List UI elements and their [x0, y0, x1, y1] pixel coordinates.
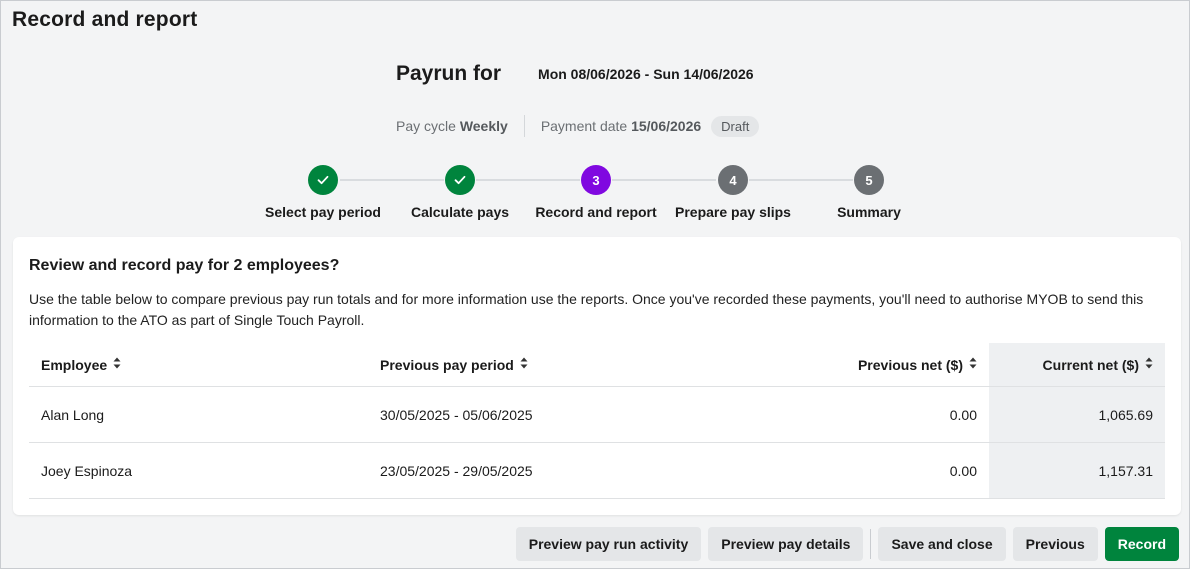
previous-pay-period: 30/05/2025 - 05/06/2025 — [368, 386, 698, 443]
step-select-pay-period[interactable]: Select pay period — [248, 165, 398, 220]
pay-cycle-value: Weekly — [459, 118, 508, 134]
payrun-header: Payrun for Mon 08/06/2026 - Sun 14/06/20… — [396, 62, 754, 86]
step-circle-4: 4 — [718, 165, 748, 195]
sort-icon[interactable] — [1145, 357, 1153, 372]
step-label: Select pay period — [265, 204, 381, 220]
card-title: Review and record pay for 2 employees? — [29, 257, 340, 274]
sort-icon[interactable] — [969, 357, 977, 372]
payrun-heading: Payrun for — [396, 62, 502, 85]
record-button[interactable]: Record — [1104, 527, 1179, 561]
step-prepare-pay-slips: 4 Prepare pay slips — [658, 165, 808, 220]
preview-pay-run-activity-button[interactable]: Preview pay run activity — [515, 527, 702, 561]
employee-name: Joey Espinoza — [29, 442, 368, 499]
step-summary: 5 Summary — [794, 165, 944, 220]
preview-pay-details-button[interactable]: Preview pay details — [708, 527, 864, 561]
page-title: Record and report — [12, 8, 198, 31]
table-row: Alan Long 30/05/2025 - 05/06/2025 0.00 1… — [29, 386, 1165, 443]
step-record-and-report: 3 Record and report — [521, 165, 671, 220]
review-card: Review and record pay for 2 employees? U… — [13, 237, 1181, 515]
table-header-row: Employee Previous pay period Previous ne… — [29, 343, 1165, 387]
step-label: Prepare pay slips — [675, 204, 791, 220]
column-header-previous-net[interactable]: Previous net ($) — [698, 343, 989, 387]
column-header-employee[interactable]: Employee — [29, 343, 368, 387]
column-header-current-net[interactable]: Current net ($) — [989, 343, 1165, 387]
table-row: Joey Espinoza 23/05/2025 - 29/05/2025 0.… — [29, 442, 1165, 499]
current-net: 1,157.31 — [989, 442, 1165, 499]
step-label: Calculate pays — [410, 204, 510, 220]
progress-stepper: Select pay period Calculate pays 3 Recor… — [1, 165, 1189, 225]
step-calculate-pays[interactable]: Calculate pays — [385, 165, 535, 220]
footer-actions: Preview pay run activity Preview pay det… — [509, 527, 1179, 561]
step-label: Summary — [837, 204, 901, 220]
step-label: Record and report — [535, 204, 657, 220]
payrun-meta: Pay cycle Weekly Payment date 15/06/2026… — [396, 115, 760, 137]
step-circle-2 — [445, 165, 475, 195]
save-and-close-button[interactable]: Save and close — [878, 527, 1006, 561]
previous-net: 0.00 — [698, 386, 989, 443]
previous-net: 0.00 — [698, 442, 989, 499]
employees-table: Employee Previous pay period Previous ne… — [29, 343, 1165, 499]
footer-divider — [870, 529, 872, 559]
check-icon — [454, 175, 466, 185]
payrun-dates: Mon 08/06/2026 - Sun 14/06/2026 — [538, 66, 754, 82]
column-header-previous-pay-period[interactable]: Previous pay period — [368, 343, 698, 387]
pay-cycle-label: Pay cycle — [396, 118, 456, 134]
status-badge: Draft — [711, 115, 760, 137]
check-icon — [317, 175, 329, 185]
step-circle-5: 5 — [854, 165, 884, 195]
previous-pay-period: 23/05/2025 - 29/05/2025 — [368, 442, 698, 499]
step-circle-1 — [308, 165, 338, 195]
current-net: 1,065.69 — [989, 386, 1165, 443]
payment-date-label: Payment date — [540, 118, 628, 134]
card-description: Use the table below to compare previous … — [29, 291, 1144, 328]
payment-date-value: 15/06/2026 — [631, 118, 702, 134]
step-circle-3: 3 — [581, 165, 611, 195]
sort-icon[interactable] — [113, 357, 121, 372]
employee-name: Alan Long — [29, 386, 368, 443]
sort-icon[interactable] — [520, 357, 528, 372]
meta-divider — [523, 115, 525, 137]
previous-button[interactable]: Previous — [1012, 527, 1098, 561]
